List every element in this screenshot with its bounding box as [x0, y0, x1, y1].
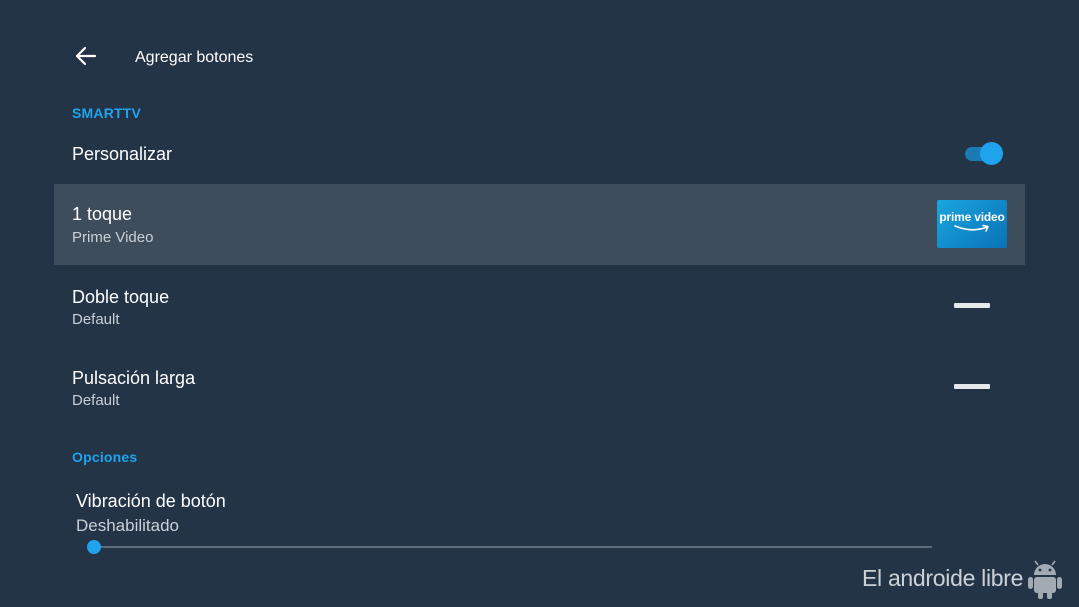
prime-video-logo: prime video — [937, 200, 1007, 248]
row-subtitle: Default — [72, 392, 120, 409]
row-subtitle: Default — [72, 311, 120, 328]
app-header: Agregar botones — [0, 0, 1079, 110]
personalize-toggle[interactable] — [965, 142, 1003, 166]
section-header-smarttv: SMARTTV — [72, 105, 142, 121]
page-title: Agregar botones — [135, 49, 254, 66]
watermark: El androide libre — [862, 556, 1065, 600]
prime-logo-text: prime video — [939, 210, 1005, 224]
row-double-tap[interactable]: Doble toque Default — [54, 266, 1025, 347]
row-subtitle: Prime Video — [72, 229, 154, 246]
slider-track — [94, 546, 932, 548]
vibration-value-label: Deshabilitado — [76, 516, 180, 535]
row-single-tap[interactable]: 1 toque Prime Video prime video — [54, 184, 1025, 265]
row-long-press[interactable]: Pulsación larga Default — [54, 347, 1025, 428]
prime-smile-icon — [954, 224, 989, 232]
row-title: Doble toque — [72, 287, 170, 307]
row-title: 1 toque — [72, 204, 133, 224]
vibration-title: Vibración de botón — [76, 491, 226, 511]
row-title: Pulsación larga — [72, 368, 196, 388]
android-mascot-icon — [1028, 560, 1063, 599]
vibration-slider[interactable] — [86, 539, 932, 555]
slider-thumb[interactable] — [87, 540, 101, 554]
back-button[interactable] — [70, 42, 102, 74]
personalize-label: Personalizar — [72, 144, 173, 164]
dash-icon — [954, 384, 990, 389]
watermark-text: El androide libre — [862, 564, 1024, 591]
section-header-options: Opciones — [72, 449, 138, 465]
arrow-back-icon — [75, 46, 97, 71]
toggle-thumb — [980, 142, 1003, 165]
dash-icon — [954, 303, 990, 308]
